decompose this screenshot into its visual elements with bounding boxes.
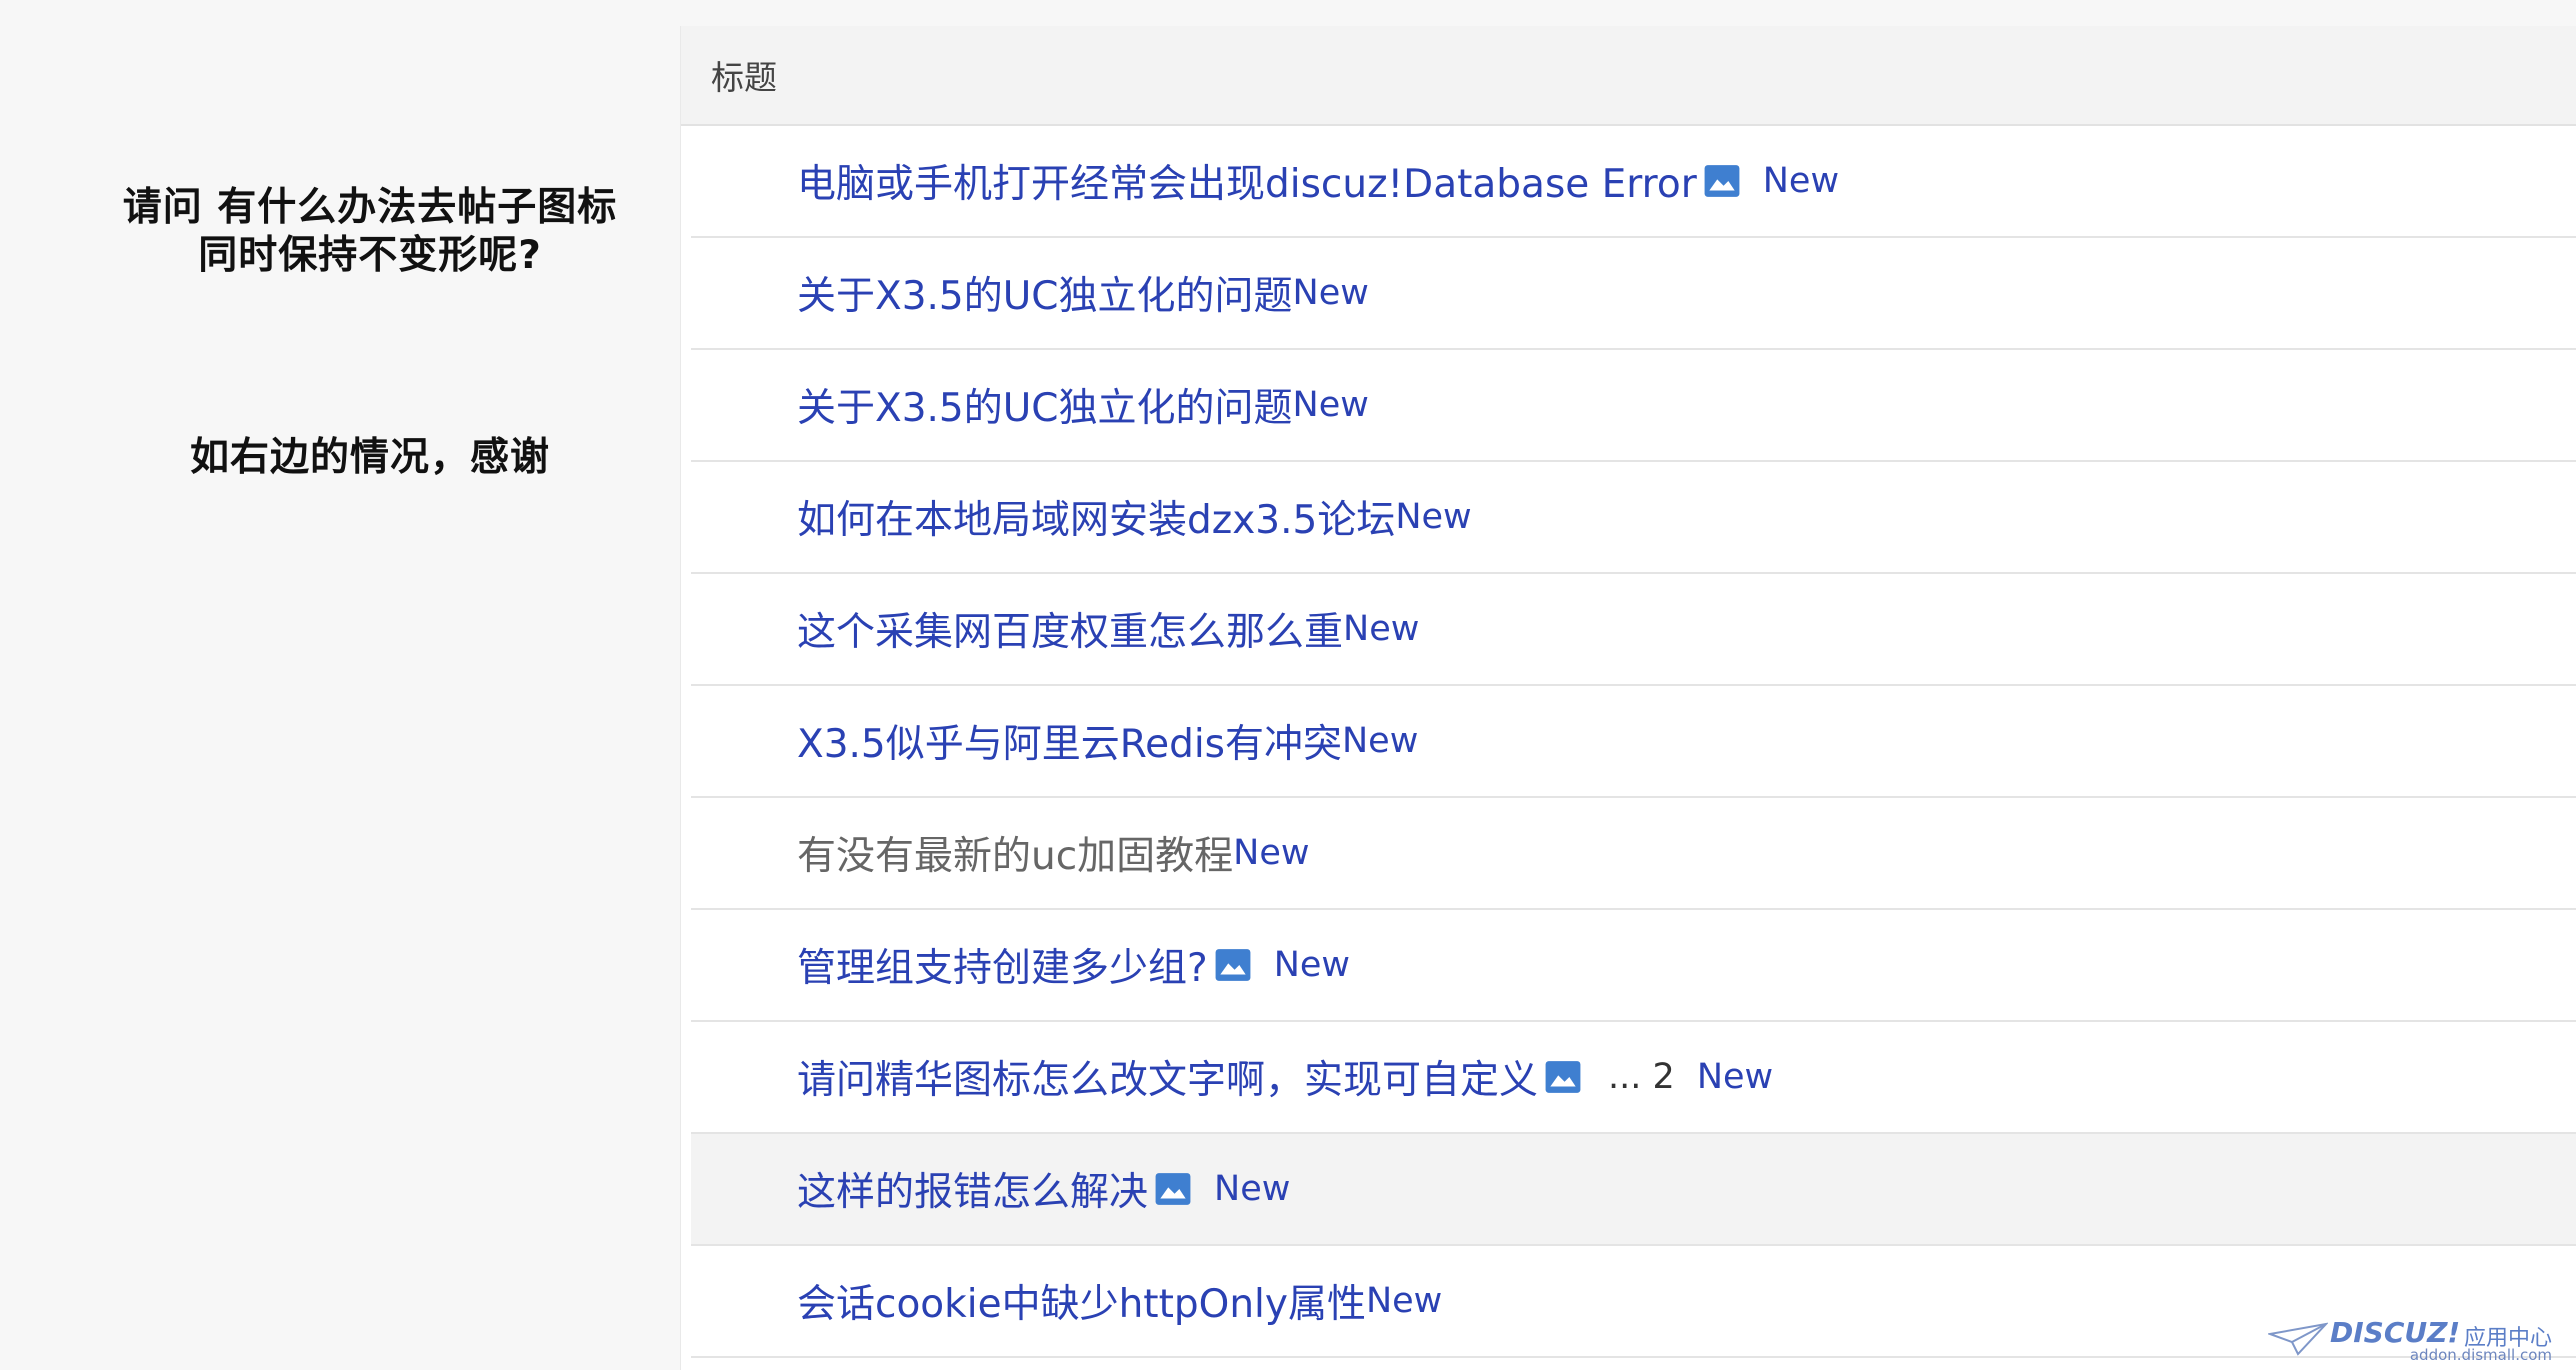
image-icon <box>1155 1173 1191 1205</box>
new-badge[interactable]: New <box>1274 945 1350 985</box>
pages-ellipsis: ... <box>1608 1057 1642 1097</box>
thread-title-link[interactable]: 请问精华图标怎么改文字啊，实现可自定义 <box>797 1049 1538 1105</box>
thread-title-link[interactable]: 关于X3.5的UC独立化的问题 <box>797 265 1293 321</box>
new-badge[interactable]: New <box>1293 385 1369 425</box>
thread-row[interactable]: 关于X3.5的UC独立化的问题 New <box>691 238 2576 350</box>
thread-title-link[interactable]: 管理组支持创建多少组? <box>797 937 1208 993</box>
thread-row[interactable]: 管理组支持创建多少组? New <box>691 910 2576 1022</box>
thread-row[interactable]: 请问精华图标怎么改文字啊，实现可自定义... 2 New <box>691 1022 2576 1134</box>
new-badge[interactable]: New <box>1342 721 1418 761</box>
thanks-line: 如右边的情况，感谢 <box>189 435 550 480</box>
thread-title-link[interactable]: 有没有最新的uc加固教程 <box>797 825 1233 881</box>
thread-title-link[interactable]: 如何在本地局域网安装dzx3.5论坛 <box>797 489 1395 545</box>
image-icon <box>1545 1061 1581 1093</box>
page-link[interactable]: 2 <box>1653 1057 1675 1097</box>
image-icon <box>1704 165 1740 197</box>
thread-title-link[interactable]: 这个采集网百度权重怎么那么重 <box>797 601 1343 657</box>
thread-row[interactable]: 如何在本地局域网安装dzx3.5论坛 New <box>691 462 2576 574</box>
thread-row[interactable]: 有没有最新的uc加固教程 New <box>691 798 2576 910</box>
new-badge[interactable]: New <box>1763 161 1839 201</box>
thread-row[interactable]: 关于X3.5的UC独立化的问题 New <box>691 350 2576 462</box>
thread-title-link[interactable]: X3.5似乎与阿里云Redis有冲突 <box>797 713 1342 769</box>
new-badge[interactable]: New <box>1293 273 1369 313</box>
question-line-2: 同时保持不变形呢? <box>198 233 542 278</box>
thread-row[interactable]: 这个采集网百度权重怎么那么重 New <box>691 574 2576 686</box>
paper-plane-icon <box>2268 1322 2328 1356</box>
thread-row[interactable]: 这样的报错怎么解决 New <box>691 1134 2576 1246</box>
new-badge[interactable]: New <box>1366 1281 1442 1321</box>
new-badge[interactable]: New <box>1395 497 1471 537</box>
watermark-url: addon.dismall.com <box>2409 1346 2552 1364</box>
new-badge[interactable]: New <box>1214 1169 1290 1209</box>
new-badge[interactable]: New <box>1233 833 1309 873</box>
thread-title-link[interactable]: 关于X3.5的UC独立化的问题 <box>797 377 1293 433</box>
thread-title-link[interactable]: 这样的报错怎么解决 <box>797 1161 1148 1217</box>
thread-rows: 电脑或手机打开经常会出现discuz!Database Error New 关于X3… <box>691 126 2576 1358</box>
thread-row[interactable]: 电脑或手机打开经常会出现discuz!Database Error New <box>691 126 2576 238</box>
thread-row[interactable]: X3.5似乎与阿里云Redis有冲突 New <box>691 686 2576 798</box>
new-badge[interactable]: New <box>1697 1057 1773 1097</box>
new-badge[interactable]: New <box>1343 609 1419 649</box>
column-title-header: 标题 <box>711 58 777 97</box>
image-icon <box>1215 949 1251 981</box>
discuz-logo: DISCUZ! <box>2330 1316 2461 1349</box>
thread-pages: ... 2 <box>1608 1057 1675 1097</box>
discuz-watermark: DISCUZ! 应用中心 addon.dismall.com <box>2266 1316 2566 1364</box>
thread-title-link[interactable]: 会话cookie中缺少httpOnly属性 <box>797 1273 1366 1329</box>
thread-title-link[interactable]: 电脑或手机打开经常会出现discuz!Database Error <box>797 153 1697 209</box>
thread-list-header: 标题 <box>681 26 2576 126</box>
thread-list: 标题 电脑或手机打开经常会出现discuz!Database Error New 关… <box>680 26 2576 1370</box>
question-note: 请问 有什么办法去帖子图标 同时保持不变形呢? 如右边的情况，感谢 <box>0 0 680 1370</box>
